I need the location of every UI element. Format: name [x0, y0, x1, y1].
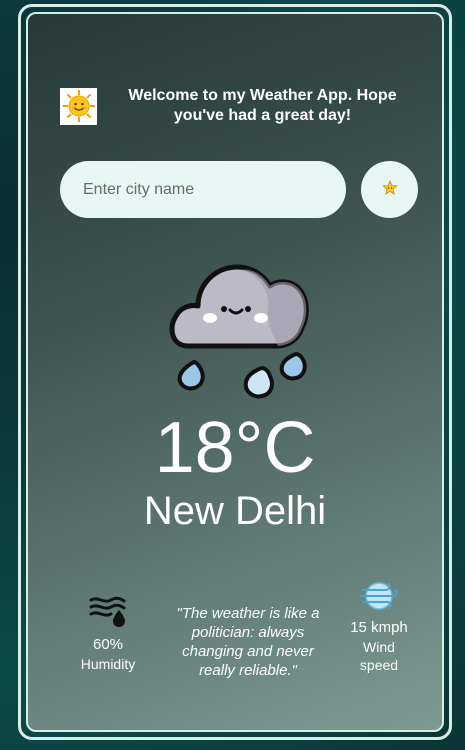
- humidity-label: Humidity: [80, 656, 136, 672]
- weather-card: Welcome to my Weather App. Hope you've h…: [26, 12, 444, 732]
- wind-icon: [344, 579, 414, 618]
- wind-label: Wind speed: [359, 639, 399, 673]
- weather-quote: "The weather is like a politician: alway…: [176, 605, 320, 679]
- humidity-icon: [72, 594, 144, 635]
- rain-cloud-icon: [166, 250, 312, 400]
- temperature: 18°C: [154, 408, 316, 488]
- humidity-stat: 60% Humidity: [72, 594, 144, 673]
- sun-face-icon: [60, 87, 97, 125]
- star-icon: [381, 179, 398, 199]
- wind-value: 15 kmph: [350, 619, 408, 636]
- header: Welcome to my Weather App. Hope you've h…: [60, 86, 420, 126]
- city-search-input[interactable]: [60, 161, 346, 218]
- search-button[interactable]: [361, 161, 418, 218]
- weather-card-frame: Welcome to my Weather App. Hope you've h…: [18, 4, 452, 740]
- wind-stat: 15 kmph Wind speed: [344, 579, 414, 674]
- city-name: New Delhi: [143, 489, 327, 533]
- welcome-message: Welcome to my Weather App. Hope you've h…: [128, 87, 397, 124]
- humidity-value: 60%: [92, 636, 124, 653]
